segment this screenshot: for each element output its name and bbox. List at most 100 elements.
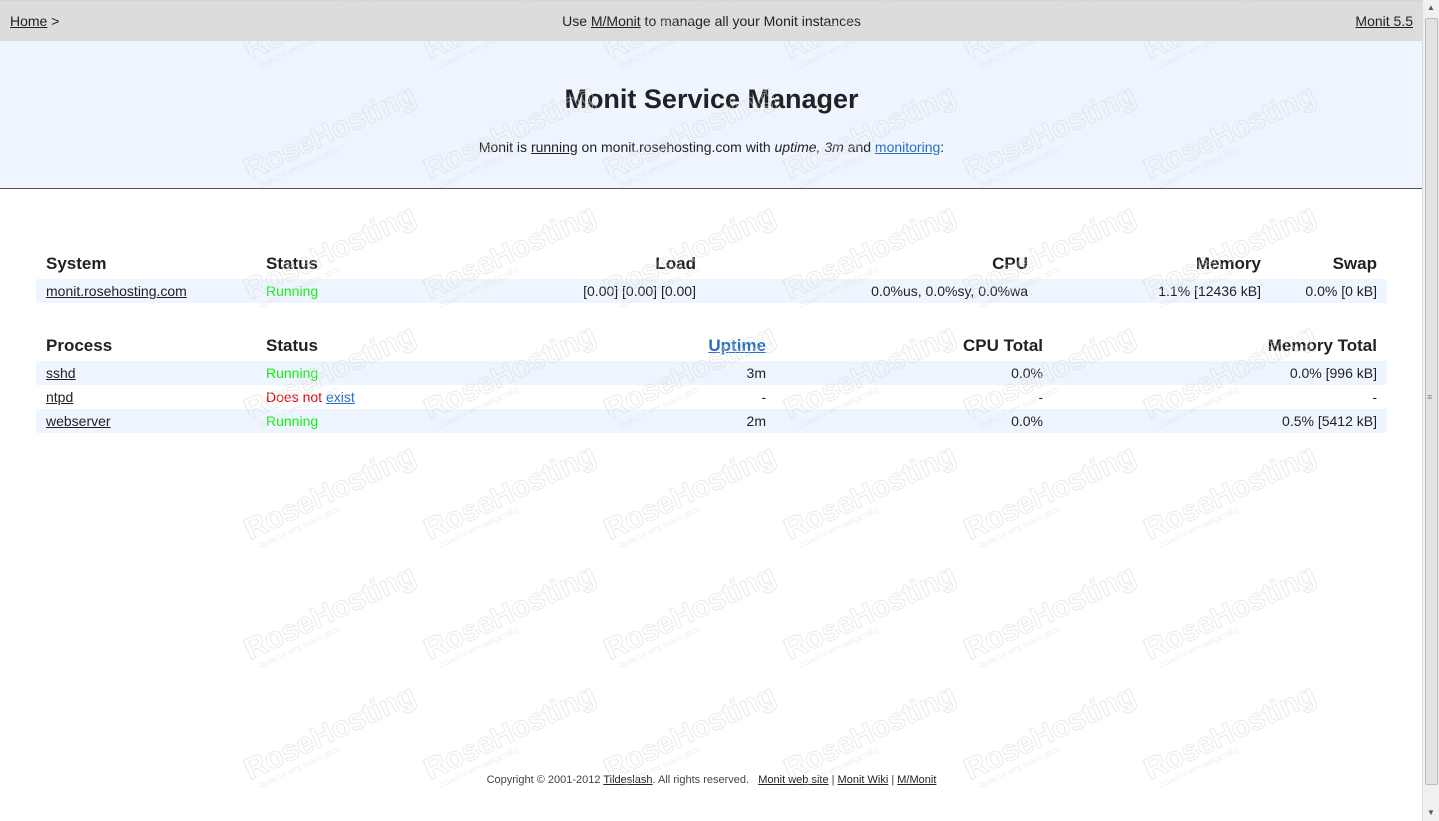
col-cpu: CPU — [992, 254, 1028, 273]
process-link-webserver[interactable]: webserver — [46, 413, 111, 429]
svg-text:QUALITY VPS SINCE 2001: QUALITY VPS SINCE 2001 — [978, 627, 1060, 670]
table-row: monit.rosehosting.com Running [0.00] [0.… — [36, 279, 1387, 303]
mmonit-footer-link[interactable]: M/Monit — [897, 774, 936, 786]
col-status: Status — [266, 336, 318, 355]
cell-uptime: - — [761, 389, 766, 405]
page-header: Monit Service Manager Monit is running o… — [0, 41, 1423, 189]
uptime-text: uptime, 3m — [774, 139, 844, 155]
svg-text:RoseHosting: RoseHosting — [419, 558, 601, 666]
col-load: Load — [655, 254, 696, 273]
svg-text:RoseHosting: RoseHosting — [239, 678, 421, 786]
cell-swap: 0.0% [0 kB] — [1271, 279, 1387, 303]
version-link[interactable]: Monit 5.5 — [1355, 13, 1413, 29]
svg-text:RoseHosting: RoseHosting — [779, 558, 961, 666]
cell-uptime: 3m — [436, 361, 776, 385]
monitoring-link[interactable]: monitoring — [875, 139, 940, 155]
cell-memory-total: 0.0% [996 kB] — [1053, 361, 1387, 385]
process-link-sshd[interactable]: sshd — [46, 365, 76, 381]
status-prefix: Monit is — [478, 139, 531, 155]
svg-text:RoseHosting: RoseHosting — [1139, 438, 1321, 546]
watermark-tile: RoseHostingQUALITY VPS SINCE 2001 — [599, 438, 782, 550]
watermark-tile: RoseHostingQUALITY VPS SINCE 2001 — [239, 558, 422, 670]
col-cpu-total: CPU Total — [963, 336, 1043, 355]
running-link[interactable]: running — [531, 139, 578, 155]
svg-text:QUALITY VPS SINCE 2001: QUALITY VPS SINCE 2001 — [258, 627, 340, 670]
svg-text:RoseHosting: RoseHosting — [779, 438, 961, 546]
footer-sep: | — [828, 774, 838, 786]
process-table: Process Status Uptime CPU Total Memory T… — [36, 322, 1387, 433]
system-table-header: System Status Load CPU Memory Swap — [36, 240, 1387, 279]
watermark-tile: RoseHostingQUALITY VPS SINCE 2001 — [239, 438, 422, 550]
exist-link[interactable]: exist — [326, 389, 355, 405]
col-swap: Swap — [1332, 254, 1377, 273]
top-bar: Home > Use M/Monit to manage all your Mo… — [0, 0, 1423, 42]
svg-text:QUALITY VPS SINCE 2001: QUALITY VPS SINCE 2001 — [1158, 627, 1240, 670]
tildeslash-link[interactable]: Tildeslash — [603, 774, 652, 786]
cell-memory-total: - — [1372, 389, 1377, 405]
sort-uptime-link[interactable]: Uptime — [708, 336, 766, 355]
svg-text:QUALITY VPS SINCE 2001: QUALITY VPS SINCE 2001 — [618, 507, 700, 550]
watermark-tile: RoseHostingQUALITY VPS SINCE 2001 — [1139, 558, 1322, 670]
svg-text:RoseHosting: RoseHosting — [1139, 678, 1321, 786]
col-memory: Memory — [1195, 254, 1261, 273]
rights-text: . All rights reserved. — [652, 774, 759, 786]
monit-wiki-link[interactable]: Monit Wiki — [838, 774, 889, 786]
mmonit-promo-link[interactable]: M/Monit — [591, 13, 641, 29]
watermark-tile: RoseHostingQUALITY VPS SINCE 2001 — [779, 558, 962, 670]
status-error-text: Does not — [266, 389, 326, 405]
svg-text:RoseHosting: RoseHosting — [1139, 558, 1321, 666]
page-title: Monit Service Manager — [564, 84, 859, 114]
cell-process-name: webserver — [36, 409, 256, 433]
status-and: and — [843, 139, 875, 155]
watermark-tile: RoseHostingQUALITY VPS SINCE 2001 — [779, 438, 962, 550]
cell-process-name: sshd — [36, 361, 256, 385]
watermark-tile: RoseHostingQUALITY VPS SINCE 2001 — [959, 558, 1142, 670]
cell-memory-total: 0.5% [5412 kB] — [1053, 409, 1387, 433]
cell-cpu-total: 0.0% — [776, 361, 1053, 385]
watermark-tile: RoseHostingQUALITY VPS SINCE 2001 — [599, 558, 782, 670]
svg-text:QUALITY VPS SINCE 2001: QUALITY VPS SINCE 2001 — [798, 507, 880, 550]
copyright-text: Copyright © 2001-2012 — [486, 774, 604, 786]
watermark-tile: RoseHostingQUALITY VPS SINCE 2001 — [419, 438, 602, 550]
monit-web-site-link[interactable]: Monit web site — [758, 774, 828, 786]
scroll-down-icon[interactable]: ▼ — [1423, 805, 1439, 821]
process-table-header: Process Status Uptime CPU Total Memory T… — [36, 322, 1387, 361]
svg-text:RoseHosting: RoseHosting — [239, 558, 421, 666]
cell-system-name: monit.rosehosting.com — [36, 279, 256, 303]
cell-cpu-total: 0.0% — [776, 409, 1053, 433]
status-host: on monit.rosehosting.com with — [577, 139, 775, 155]
status-badge: Running — [256, 361, 436, 385]
promo-suffix: to manage all your Monit instances — [640, 13, 861, 29]
svg-text:QUALITY VPS SINCE 2001: QUALITY VPS SINCE 2001 — [438, 507, 520, 550]
grip-icon: ≡ — [1427, 392, 1433, 402]
cell-cpu-total: - — [1038, 389, 1043, 405]
table-row: webserver Running 2m 0.0% 0.5% [5412 kB] — [36, 409, 1387, 433]
cell-process-name: ntpd — [36, 385, 256, 409]
col-system: System — [46, 254, 107, 273]
svg-text:QUALITY VPS SINCE 2001: QUALITY VPS SINCE 2001 — [258, 507, 340, 550]
watermark-tile: RoseHostingQUALITY VPS SINCE 2001 — [419, 558, 602, 670]
watermark-tile: RoseHostingQUALITY VPS SINCE 2001 — [959, 438, 1142, 550]
mmonit-promo: Use M/Monit to manage all your Monit ins… — [0, 13, 1423, 29]
svg-text:QUALITY VPS SINCE 2001: QUALITY VPS SINCE 2001 — [1158, 507, 1240, 550]
cell-uptime: 2m — [436, 409, 776, 433]
svg-text:RoseHosting: RoseHosting — [959, 558, 1141, 666]
svg-text:RoseHosting: RoseHosting — [959, 438, 1141, 546]
svg-text:QUALITY VPS SINCE 2001: QUALITY VPS SINCE 2001 — [438, 627, 520, 670]
cell-load: [0.00] [0.00] [0.00] — [436, 279, 706, 303]
scroll-up-icon[interactable]: ▲ — [1423, 0, 1439, 16]
system-link[interactable]: monit.rosehosting.com — [46, 283, 187, 299]
process-link-ntpd[interactable]: ntpd — [46, 389, 73, 405]
monit-status-line: Monit is running on monit.rosehosting.co… — [0, 139, 1423, 155]
svg-text:RoseHosting: RoseHosting — [779, 678, 961, 786]
svg-text:RoseHosting: RoseHosting — [599, 558, 781, 666]
svg-text:QUALITY VPS SINCE 2001: QUALITY VPS SINCE 2001 — [978, 507, 1060, 550]
table-row: ntpd Does not exist - - - — [36, 385, 1387, 409]
footer-sep: | — [888, 774, 898, 786]
svg-text:RoseHosting: RoseHosting — [959, 678, 1141, 786]
vertical-scrollbar[interactable]: ▲ ≡ ▼ — [1422, 0, 1439, 821]
svg-text:RoseHosting: RoseHosting — [419, 438, 601, 546]
svg-text:RoseHosting: RoseHosting — [239, 438, 421, 546]
col-uptime: Uptime — [436, 322, 776, 361]
cell-cpu: 0.0%us, 0.0%sy, 0.0%wa — [706, 279, 1038, 303]
